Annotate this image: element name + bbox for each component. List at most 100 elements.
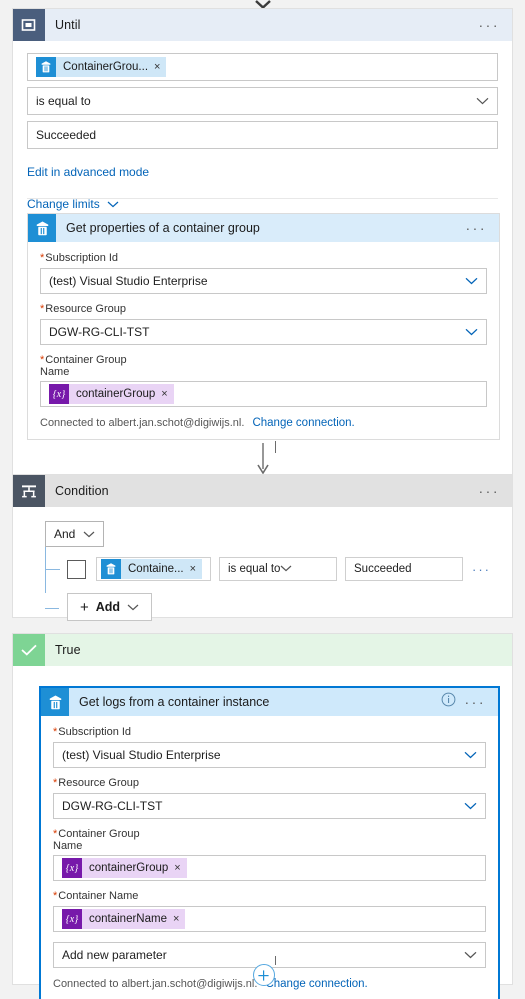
condition-scope-header[interactable]: Condition ··· [13, 475, 512, 507]
logs-container-name-field[interactable]: {x} containerName × [53, 906, 486, 932]
token-label: containerName [82, 909, 173, 929]
chevron-down-icon [127, 600, 139, 614]
condition-scope-title: Condition [55, 484, 109, 498]
get-logs-more-button[interactable]: ··· [465, 695, 487, 709]
condition-logical-operator-select[interactable]: And [45, 521, 105, 547]
logs-resource-group-select[interactable]: DGW-RG-CLI-TST [53, 793, 486, 819]
resource-group-label: *Resource Group [40, 303, 126, 315]
condition-more-button[interactable]: ··· [479, 484, 501, 498]
condition-left-operand-field[interactable]: Containe... × [96, 557, 211, 581]
expression-icon: {x} [49, 384, 69, 404]
get-properties-card-body: *Subscription Id (test) Visual Studio En… [28, 242, 499, 439]
until-value-text: Succeeded [36, 128, 97, 142]
true-scope-title: True [55, 643, 81, 657]
condition-logical-operator-value: And [54, 527, 76, 541]
required-marker: * [40, 252, 45, 264]
until-scope-header[interactable]: Until ··· [13, 9, 512, 41]
logs-resource-group-label: *Resource Group [53, 777, 139, 789]
chevron-down-icon [83, 527, 95, 541]
token-remove-button[interactable]: × [172, 909, 186, 929]
chevron-down-icon [476, 94, 489, 108]
token-remove-button[interactable]: × [189, 559, 203, 579]
logs-container-group-name-field[interactable]: {x} containerGroup × [53, 855, 486, 881]
get-properties-card-header[interactable]: Get properties of a container group ··· [28, 214, 499, 242]
until-scope-body: ContainerGrou... × is equal to Succeeded… [13, 41, 512, 227]
true-scope[interactable]: True Get logs from a container instance [12, 633, 514, 999]
resource-group-value: DGW-RG-CLI-TST [49, 325, 150, 339]
logs-container-group-name-label: *Container Group Name [53, 828, 140, 852]
chevron-down-icon [464, 799, 477, 813]
token-remove-button[interactable]: × [154, 57, 167, 77]
connection-status: Connected to albert.jan.schot@digiwijs.n… [40, 417, 487, 429]
condition-value-text: Succeeded [354, 563, 412, 575]
logs-container-name-token[interactable]: {x} containerName × [62, 909, 186, 929]
get-logs-card-title: Get logs from a container instance [79, 695, 270, 709]
condition-left-operand-token[interactable]: Containe... × [101, 559, 203, 579]
logs-subscription-id-value: (test) Visual Studio Enterprise [62, 748, 221, 762]
true-scope-header[interactable]: True [13, 634, 512, 666]
chevron-down-icon [465, 325, 478, 339]
condition-add-label: Add [95, 600, 121, 614]
get-logs-card-header[interactable]: Get logs from a container instance ··· [41, 688, 498, 716]
azure-container-instance-icon [41, 688, 69, 716]
until-more-button[interactable]: ··· [479, 18, 501, 32]
until-left-operand-field[interactable]: ContainerGrou... × [27, 53, 498, 81]
subscription-id-value: (test) Visual Studio Enterprise [49, 274, 208, 288]
container-group-token[interactable]: {x} containerGroup × [49, 384, 174, 404]
logic-app-designer-canvas: Until ··· ContainerGrou... × is equal to… [0, 0, 525, 999]
add-step-button[interactable] [13, 964, 514, 986]
condition-tree-branch [45, 608, 59, 609]
check-icon [13, 634, 45, 666]
flow-arrow [0, 443, 525, 475]
token-remove-button[interactable]: × [174, 858, 187, 878]
logs-subscription-id-label: *Subscription Id [53, 726, 132, 738]
token-remove-button[interactable]: × [161, 384, 174, 404]
condition-row-checkbox[interactable] [67, 559, 86, 579]
condition-row-more-button[interactable]: ··· [472, 563, 491, 576]
expression-icon: {x} [62, 858, 82, 878]
condition-operator-value: is equal to [228, 563, 281, 575]
container-group-name-field[interactable]: {x} containerGroup × [40, 381, 487, 407]
condition-row: Containe... × is equal to Succeeded ··· [67, 557, 498, 581]
condition-operator-select[interactable]: is equal to [219, 557, 337, 581]
token-label: containerGroup [82, 858, 175, 878]
required-marker: * [53, 828, 58, 840]
azure-container-instance-icon [28, 214, 56, 242]
required-marker: * [53, 890, 58, 902]
expression-icon: {x} [62, 909, 82, 929]
subscription-id-select[interactable]: (test) Visual Studio Enterprise [40, 268, 487, 294]
until-scope-title: Until [55, 18, 81, 32]
get-logs-card[interactable]: Get logs from a container instance ··· *… [39, 686, 500, 999]
get-properties-card[interactable]: Get properties of a container group ··· … [27, 213, 500, 440]
logs-subscription-id-select[interactable]: (test) Visual Studio Enterprise [53, 742, 486, 768]
required-marker: * [40, 303, 45, 315]
token-label: containerGroup [69, 384, 162, 404]
until-section-divider [27, 198, 498, 199]
subscription-id-label: *Subscription Id [40, 252, 119, 264]
condition-add-button[interactable]: + Add [67, 593, 153, 621]
condition-scope[interactable]: Condition ··· And Containe... × is equal… [12, 474, 513, 621]
required-marker: * [53, 777, 58, 789]
azure-container-instance-icon [36, 57, 56, 77]
chevron-down-icon [464, 748, 477, 762]
connection-text: Connected to albert.jan.schot@digiwijs.n… [40, 417, 245, 429]
until-loop-icon [13, 9, 45, 41]
required-marker: * [53, 726, 58, 738]
condition-value-input[interactable]: Succeeded [345, 557, 463, 581]
plus-icon: + [80, 598, 89, 616]
logs-resource-group-value: DGW-RG-CLI-TST [62, 799, 163, 813]
change-limits-link[interactable]: Change limits [27, 197, 100, 211]
change-connection-link[interactable]: Change connection. [252, 417, 354, 429]
until-value-input[interactable]: Succeeded [27, 121, 498, 149]
get-properties-more-button[interactable]: ··· [466, 221, 488, 235]
condition-tree-line [45, 547, 67, 593]
logs-container-group-token[interactable]: {x} containerGroup × [62, 858, 187, 878]
logs-container-name-label: *Container Name [53, 890, 139, 902]
resource-group-select[interactable]: DGW-RG-CLI-TST [40, 319, 487, 345]
info-circle-icon[interactable] [441, 692, 456, 712]
until-left-operand-token[interactable]: ContainerGrou... × [36, 57, 167, 77]
condition-builder: And Containe... × is equal to Succeeded … [13, 507, 512, 635]
until-operator-select[interactable]: is equal to [27, 87, 498, 115]
edit-advanced-mode-link[interactable]: Edit in advanced mode [27, 165, 149, 179]
chevron-down-icon [280, 563, 292, 575]
